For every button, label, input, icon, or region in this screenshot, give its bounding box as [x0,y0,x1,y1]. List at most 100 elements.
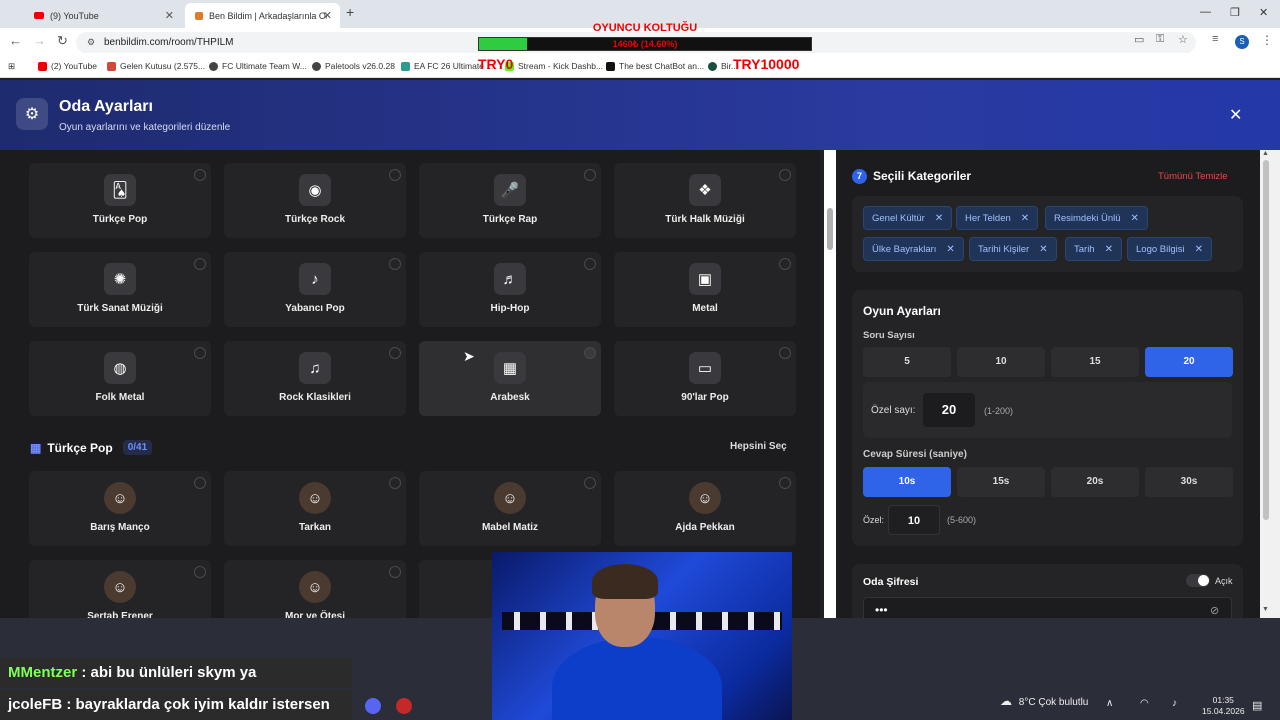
new-tab-button[interactable]: + [346,4,354,20]
artist-card[interactable]: ☺ Mabel Matiz [419,471,601,546]
category-card[interactable]: ◉ Türkçe Rock [224,163,406,238]
artist-radio[interactable] [584,477,596,489]
category-card[interactable]: 🎤 Türkçe Rap [419,163,601,238]
tab-benbildim[interactable]: Ben Bildim | Arkadaşlarınla Onl ✕ [185,3,340,28]
remove-chip-icon[interactable]: ✕ [1131,213,1139,224]
scrollbar-thumb[interactable] [1263,160,1269,520]
bookmark-star-icon[interactable]: ☆ [1178,33,1188,46]
wifi-icon[interactable]: ◠ [1140,698,1149,709]
artist-card[interactable]: ☺ Mor ve Ötesi [224,560,406,618]
scroll-down-icon[interactable]: ▼ [1262,606,1269,613]
weather-widget[interactable]: ☁ 8°C Çok bulutlu [1000,694,1088,708]
artist-radio[interactable] [389,566,401,578]
discord-icon[interactable] [365,698,381,714]
taskbar-clock[interactable]: 01:35 15.04.2026 [1202,695,1245,717]
right-scrollbar[interactable]: ▲ ▼ [1260,150,1280,618]
option-button[interactable]: 20s [1051,467,1139,497]
category-card[interactable]: ♫ Rock Klasikleri [224,341,406,416]
option-button[interactable]: 10s [863,467,951,497]
close-tab-icon[interactable]: ✕ [165,9,174,22]
bookmark-item[interactable]: (2) YouTube [38,61,97,71]
close-tab-icon[interactable]: ✕ [323,9,332,22]
bookmark-item[interactable]: Gelen Kutusu (2.575... [107,61,205,71]
category-radio[interactable] [194,258,206,270]
password-toggle[interactable] [1186,574,1210,587]
category-radio[interactable] [389,347,401,359]
category-radio[interactable] [194,169,206,181]
category-card[interactable]: ▭ 90'lar Pop [614,341,796,416]
close-icon[interactable]: ✕ [1229,105,1242,125]
notification-icon[interactable]: ▤ [1252,699,1262,712]
category-radio[interactable] [194,347,206,359]
category-radio[interactable] [584,169,596,181]
category-radio[interactable] [584,347,596,359]
category-card[interactable]: 🂡 Türkçe Pop [29,163,211,238]
menu-icon[interactable]: ⋮ [1261,33,1273,47]
obs-icon[interactable] [396,698,412,714]
reload-icon[interactable]: ↻ [57,33,68,49]
profile-avatar[interactable]: S [1235,35,1249,49]
option-button[interactable]: 30s [1145,467,1233,497]
artist-radio[interactable] [389,477,401,489]
restore-icon[interactable]: ❐ [1230,6,1240,19]
category-card[interactable]: ▦ Arabesk [419,341,601,416]
bookmark-item[interactable]: Paletools v26.0.28 [312,61,395,71]
remove-chip-icon[interactable]: ✕ [1039,244,1047,255]
category-card[interactable]: ◍ Folk Metal [29,341,211,416]
key-icon[interactable]: ⚿ [1156,33,1164,46]
site-info-icon[interactable]: ⚙ [87,32,95,53]
selected-chip[interactable]: Resimdeki Ünlü ✕ [1045,206,1148,230]
left-scrollbar[interactable] [824,150,836,618]
back-icon[interactable]: ← [9,33,22,48]
option-button[interactable]: 5 [863,347,951,377]
volume-icon[interactable]: ♪ [1172,698,1177,709]
option-button[interactable]: 10 [957,347,1045,377]
selected-chip[interactable]: Tarihi Kişiler ✕ [969,237,1057,261]
reading-list-icon[interactable]: ≡ [1212,33,1218,45]
option-button[interactable]: 15s [957,467,1045,497]
option-button[interactable]: 15 [1051,347,1139,377]
bookmark-item[interactable]: The best ChatBot an... [606,61,704,71]
selected-chip[interactable]: Ülke Bayrakları ✕ [863,237,964,261]
remove-chip-icon[interactable]: ✕ [1105,244,1113,255]
category-radio[interactable] [779,347,791,359]
custom-count-input[interactable]: 20 [923,393,975,427]
forward-icon[interactable]: → [33,33,46,48]
close-window-icon[interactable]: ✕ [1259,6,1268,19]
artist-card[interactable]: ☺ Barış Manço [29,471,211,546]
selected-chip[interactable]: Logo Bilgisi ✕ [1127,237,1212,261]
category-radio[interactable] [779,169,791,181]
bookmark-item[interactable]: FC Ultimate Team W... [209,61,307,71]
category-radio[interactable] [389,258,401,270]
selected-chip[interactable]: Her Telden ✕ [956,206,1039,230]
artist-radio[interactable] [194,477,206,489]
category-radio[interactable] [389,169,401,181]
remove-chip-icon[interactable]: ✕ [1195,244,1203,255]
clear-all-button[interactable]: Tümünü Temizle [1158,171,1228,182]
minimize-icon[interactable]: — [1200,6,1211,18]
artist-card[interactable]: ☺ Sertab Erener [29,560,211,618]
category-card[interactable]: ♪ Yabancı Pop [224,252,406,327]
cast-icon[interactable]: ▭ [1134,33,1144,46]
category-card[interactable]: ▣ Metal [614,252,796,327]
remove-chip-icon[interactable]: ✕ [946,244,954,255]
select-all-button[interactable]: Hepsini Seç [730,441,787,452]
category-card[interactable]: ❖ Türk Halk Müziği [614,163,796,238]
artist-radio[interactable] [779,477,791,489]
bookmark-item[interactable]: Stream - Kick Dashb... [505,61,603,71]
remove-chip-icon[interactable]: ✕ [935,213,943,224]
eye-off-icon[interactable]: ⊘ [1210,604,1219,617]
category-card[interactable]: ✺ Türk Sanat Müziği [29,252,211,327]
selected-chip[interactable]: Tarih ✕ [1065,237,1122,261]
scroll-up-icon[interactable]: ▲ [1262,150,1269,157]
artist-card[interactable]: ☺ Tarkan [224,471,406,546]
artist-radio[interactable] [194,566,206,578]
option-button[interactable]: 20 [1145,347,1233,377]
apps-icon[interactable]: ⊞ [8,61,15,72]
category-radio[interactable] [779,258,791,270]
tray-arrow-icon[interactable]: ∧ [1106,698,1113,709]
custom-time-input[interactable]: 10 [888,505,940,535]
category-card[interactable]: ♬ Hip-Hop [419,252,601,327]
tab-youtube[interactable]: (9) YouTube ✕ [24,3,182,28]
selected-chip[interactable]: Genel Kültür ✕ [863,206,953,230]
